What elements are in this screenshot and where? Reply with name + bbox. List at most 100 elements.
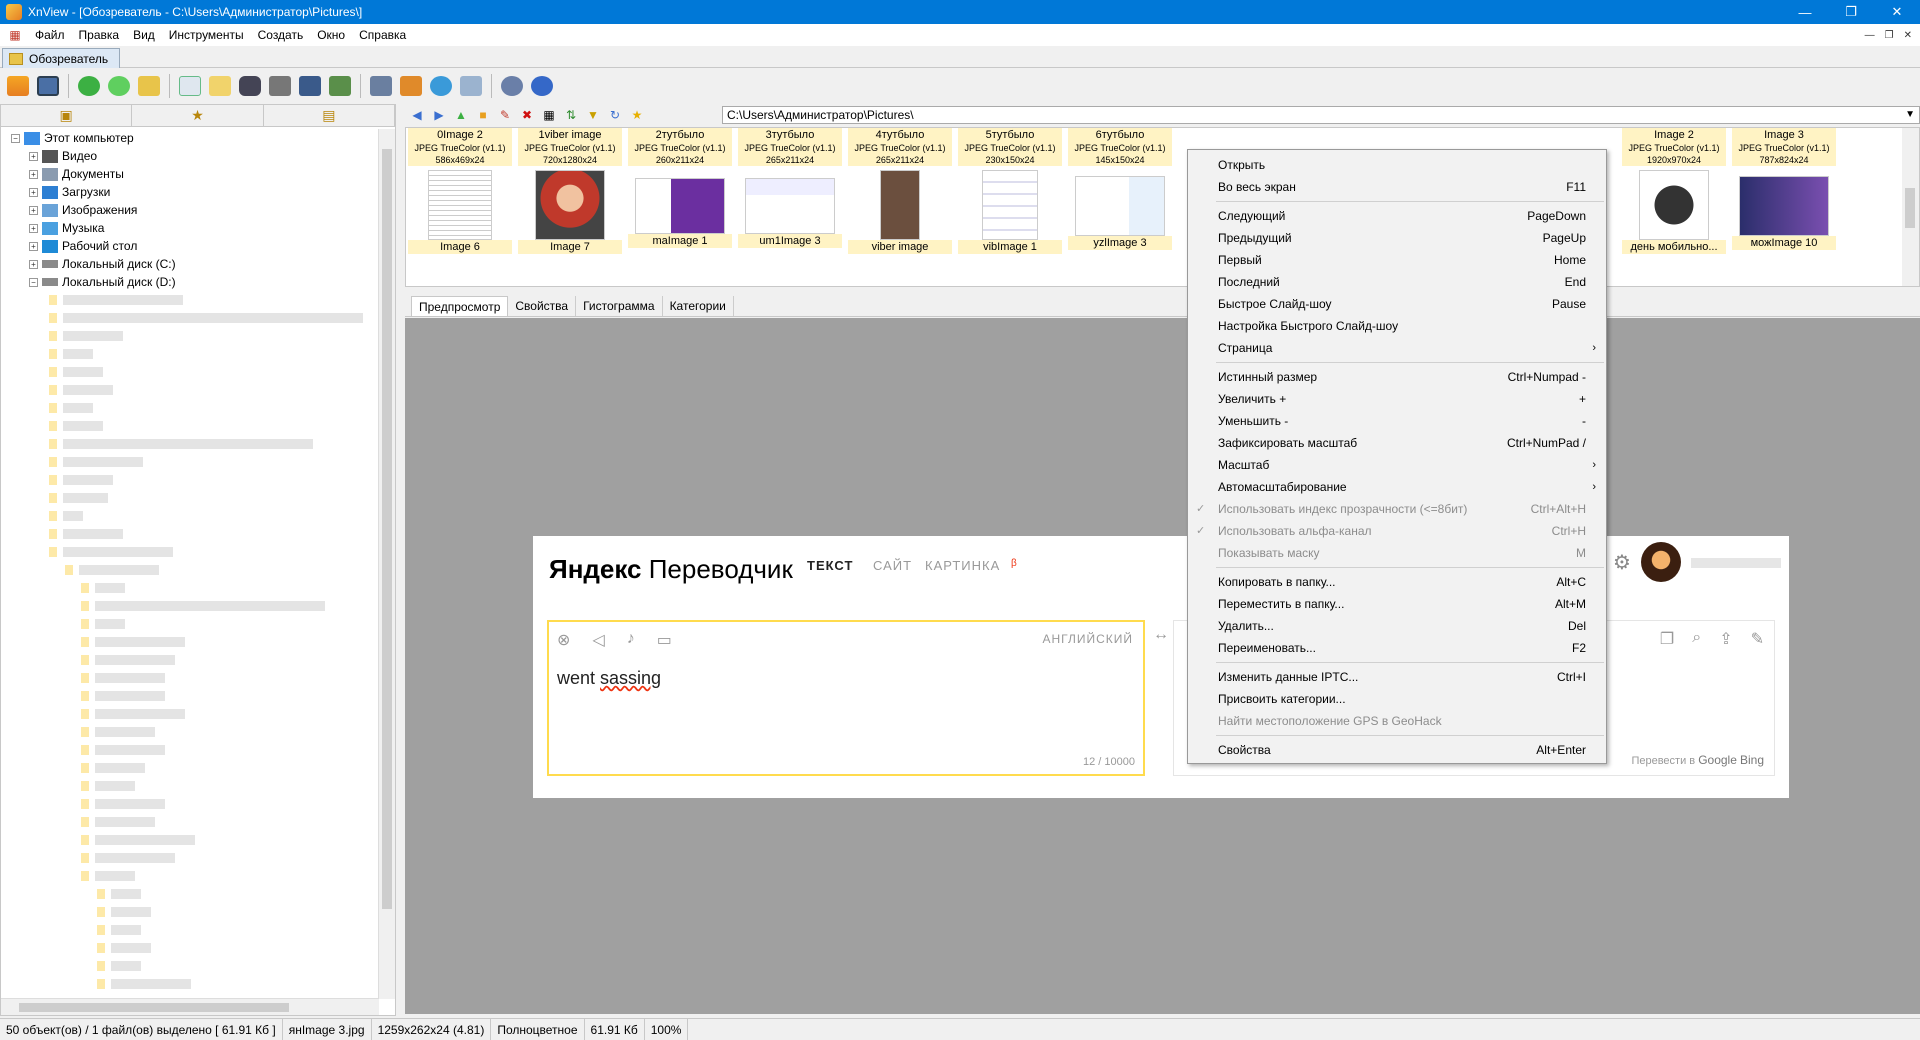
copy-button[interactable]	[176, 72, 204, 100]
context-menu-item[interactable]: Последний End	[1188, 271, 1606, 293]
mdi-close-icon[interactable]: ✕	[1904, 30, 1912, 41]
window-menu-icon[interactable]: ▦	[6, 27, 24, 43]
menu-file[interactable]: Файл	[28, 24, 72, 46]
settings-button[interactable]	[498, 72, 526, 100]
refresh-button[interactable]	[75, 72, 103, 100]
menu-edit[interactable]: Правка	[72, 24, 127, 46]
tab-categories[interactable]: Категории	[663, 296, 734, 316]
thumbnail-item[interactable]: Image 7	[518, 170, 622, 254]
thumbnail-item[interactable]: 3тутбыло JPEG TrueColor (v1.1) 265x211x24	[738, 128, 842, 166]
context-menu-item[interactable]: Переименовать... F2	[1188, 637, 1606, 659]
address-input[interactable]: C:\Users\Администратор\Pictures\ ▼	[722, 106, 1920, 124]
tab-favorites[interactable]: ★	[132, 105, 264, 126]
context-menu-item[interactable]: Открыть	[1188, 154, 1606, 176]
sort-icon[interactable]: ⇅	[561, 106, 581, 124]
context-menu-item[interactable]: Настройка Быстрого Слайд-шоу	[1188, 315, 1606, 337]
context-menu-item[interactable]: Быстрое Слайд-шоу Pause	[1188, 293, 1606, 315]
expand-icon[interactable]: +	[29, 151, 38, 161]
minimize-button[interactable]: —	[1782, 0, 1828, 24]
convert-button[interactable]	[397, 72, 425, 100]
thumbnail-item[interactable]: 5тутбыло JPEG TrueColor (v1.1) 230x150x24	[958, 128, 1062, 166]
delete-icon[interactable]: ✖	[517, 106, 537, 124]
context-menu-item[interactable]: Уменьшить - -	[1188, 410, 1606, 432]
menu-create[interactable]: Создать	[251, 24, 311, 46]
thumbnail-item[interactable]: yzlImage 3	[1068, 170, 1172, 250]
browser-button[interactable]	[4, 72, 32, 100]
context-menu-item[interactable]: Присвоить категории...	[1188, 688, 1606, 710]
context-menu-item[interactable]: Автомасштабирование ›	[1188, 476, 1606, 498]
back-arrow-icon[interactable]: ◀	[407, 106, 427, 124]
tab-browser[interactable]: Обозреватель	[2, 48, 120, 68]
tree-node-desktop[interactable]: + Рабочий стол	[1, 237, 379, 255]
move-button[interactable]	[206, 72, 234, 100]
mdi-minimize-icon[interactable]: —	[1865, 30, 1875, 41]
tree-node-documents[interactable]: + Документы	[1, 165, 379, 183]
close-button[interactable]: ✕	[1874, 0, 1920, 24]
tree-node-downloads[interactable]: + Загрузки	[1, 183, 379, 201]
panel-splitter[interactable]	[397, 104, 405, 1016]
thumbnail-item[interactable]: 4тутбыло JPEG TrueColor (v1.1) 265x211x24	[848, 128, 952, 166]
open-folder-button[interactable]	[135, 72, 163, 100]
context-menu-item[interactable]: Масштаб ›	[1188, 454, 1606, 476]
maximize-button[interactable]: ❐	[1828, 0, 1874, 24]
filter-icon[interactable]: ▼	[583, 106, 603, 124]
reload-button[interactable]	[105, 72, 133, 100]
tree-node-drive-d[interactable]: − Локальный диск (D:)	[1, 273, 379, 291]
scan-button[interactable]	[296, 72, 324, 100]
context-menu-item[interactable]: Истинный размер Ctrl+Numpad -	[1188, 366, 1606, 388]
tab-categories[interactable]: ▤	[264, 105, 395, 126]
favorites-star-icon[interactable]: ★	[627, 106, 647, 124]
expand-icon[interactable]: +	[29, 169, 38, 179]
expand-icon[interactable]: +	[29, 259, 38, 269]
tree-horizontal-scrollbar[interactable]	[1, 998, 379, 1015]
menu-view[interactable]: Вид	[126, 24, 162, 46]
tree-node-drive-c[interactable]: + Локальный диск (C:)	[1, 255, 379, 273]
tab-histogram[interactable]: Гистограмма	[576, 296, 663, 316]
expand-icon[interactable]: +	[29, 241, 38, 251]
capture-button[interactable]	[367, 72, 395, 100]
find-button[interactable]	[236, 72, 264, 100]
thumbnail-vertical-scrollbar[interactable]	[1902, 128, 1919, 286]
context-menu-item[interactable]: Следующий PageDown	[1188, 205, 1606, 227]
rename-icon[interactable]: ✎	[495, 106, 515, 124]
tab-folders[interactable]: ▣	[1, 105, 133, 126]
up-folder-icon[interactable]: ▲	[451, 106, 471, 124]
print-button[interactable]	[266, 72, 294, 100]
context-menu-item[interactable]: Переместить в папку... Alt+M	[1188, 593, 1606, 615]
collapse-icon[interactable]: −	[29, 277, 38, 287]
thumbnail-item[interactable]: viber image	[848, 170, 952, 254]
context-menu-item[interactable]: Первый Home	[1188, 249, 1606, 271]
tab-properties[interactable]: Свойства	[508, 296, 577, 316]
collapse-icon[interactable]: −	[11, 133, 20, 143]
menu-help[interactable]: Справка	[352, 24, 413, 46]
thumbnail-item[interactable]: Image 3 JPEG TrueColor (v1.1) 787x824x24	[1732, 128, 1836, 166]
sync-icon[interactable]: ↻	[605, 106, 625, 124]
tab-preview[interactable]: Предпросмотр	[411, 296, 509, 316]
context-menu-item[interactable]: Предыдущий PageUp	[1188, 227, 1606, 249]
context-menu-item[interactable]: Удалить... Del	[1188, 615, 1606, 637]
tree-node-pictures[interactable]: + Изображения	[1, 201, 379, 219]
menu-window[interactable]: Окно	[310, 24, 352, 46]
context-menu-item[interactable]: Страница ›	[1188, 337, 1606, 359]
context-menu-item[interactable]: Увеличить + +	[1188, 388, 1606, 410]
forward-arrow-icon[interactable]: ▶	[429, 106, 449, 124]
thumbnail-item[interactable]: 6тутбыло JPEG TrueColor (v1.1) 145x150x24	[1068, 128, 1172, 166]
thumbnail-item[interactable]: vibImage 1	[958, 170, 1062, 254]
expand-icon[interactable]: +	[29, 223, 38, 233]
context-menu-item[interactable]: Свойства Alt+Enter	[1188, 739, 1606, 761]
context-menu-item[interactable]: Во весь экран F11	[1188, 176, 1606, 198]
thumbnail-item[interactable]: Image 2 JPEG TrueColor (v1.1) 1920x970x24	[1622, 128, 1726, 166]
web-button[interactable]	[427, 72, 455, 100]
thumbnail-item[interactable]: день мобильно...	[1622, 170, 1726, 254]
context-menu-item[interactable]: Изменить данные IPTC... Ctrl+I	[1188, 666, 1606, 688]
view-mode-icon[interactable]: ▦	[539, 106, 559, 124]
context-menu-item[interactable]: Копировать в папку... Alt+C	[1188, 571, 1606, 593]
expand-icon[interactable]: +	[29, 187, 38, 197]
thumbnail-item[interactable]: 1viber image JPEG TrueColor (v1.1) 720x128…	[518, 128, 622, 166]
preview-area[interactable]: Яндекс Переводчик ТЕКСТ САЙТ КАРТИНКА β …	[405, 318, 1920, 1014]
slideshow-button[interactable]	[326, 72, 354, 100]
context-menu-item[interactable]: Зафиксировать масштаб Ctrl+NumPad /	[1188, 432, 1606, 454]
menu-tools[interactable]: Инструменты	[162, 24, 251, 46]
contact-sheet-button[interactable]	[457, 72, 485, 100]
thumbnail-item[interactable]: можImage 10	[1732, 170, 1836, 250]
